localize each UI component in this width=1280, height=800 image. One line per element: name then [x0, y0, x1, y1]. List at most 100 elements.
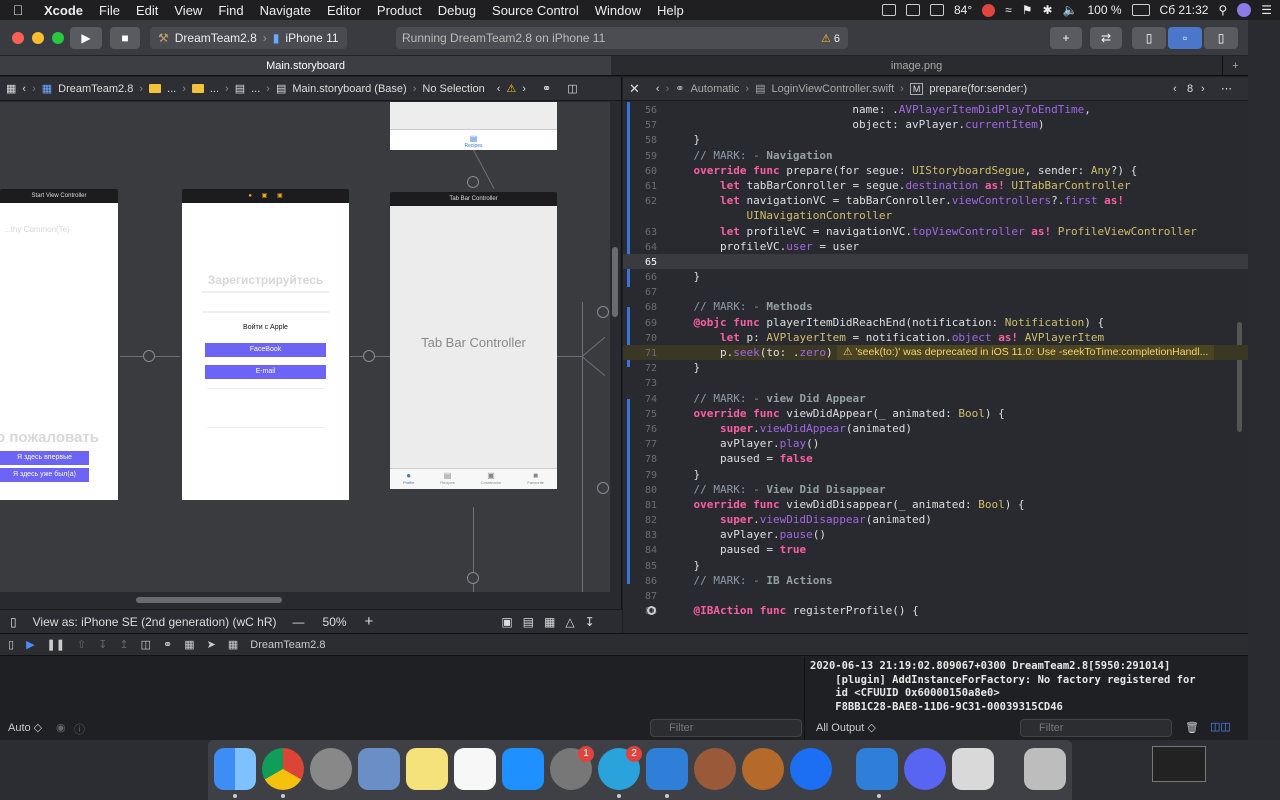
control-center-icon[interactable]: ☰ [1261, 3, 1272, 17]
debug-target[interactable]: DreamTeam2.8 [250, 639, 325, 651]
issue-warning-icon[interactable]: ⚠ [506, 82, 516, 95]
code-line[interactable]: 87 [623, 588, 1248, 603]
line-number[interactable]: 57 [623, 118, 657, 133]
code-text[interactable]: let tabBarConroller = segue.destination … [667, 179, 1131, 192]
notification-icon[interactable] [982, 3, 996, 17]
step-in-icon[interactable]: ↧ [98, 638, 107, 651]
line-number[interactable]: 81 [623, 498, 657, 513]
line-number[interactable]: 86 [623, 574, 657, 589]
code-text[interactable]: override func viewDidDisappear(_ animate… [667, 498, 1025, 511]
line-number[interactable]: 67 [623, 285, 657, 300]
line-number[interactable]: 74 [623, 392, 657, 407]
line-number[interactable]: 80 [623, 483, 657, 498]
tab-image-png[interactable]: image.png [611, 56, 1222, 75]
siri-icon[interactable] [1237, 3, 1252, 17]
search-icon[interactable]: ⚲ [1218, 3, 1227, 17]
code-line[interactable]: 79 } [623, 467, 1248, 482]
line-number[interactable]: 62 [623, 194, 657, 209]
line-number[interactable]: 84 [623, 543, 657, 558]
apple-menu-icon[interactable]:  [0, 2, 36, 18]
minimized-window-thumbnail[interactable] [1152, 746, 1206, 782]
line-number[interactable]: 66 [623, 270, 657, 285]
code-line[interactable]: 67 [623, 284, 1248, 299]
reeder-icon[interactable] [742, 748, 784, 790]
relationship-icon[interactable] [597, 482, 609, 494]
info-icon[interactable]: ⓘ [74, 721, 85, 737]
console-filter[interactable]: Filter [1020, 719, 1172, 737]
discord-icon[interactable] [904, 748, 946, 790]
menu-product[interactable]: Product [369, 3, 430, 18]
code-line[interactable]: 85 } [623, 558, 1248, 573]
launchpad-icon[interactable] [310, 748, 352, 790]
code-line[interactable]: 58 } [623, 132, 1248, 147]
navigator-toggle-button[interactable]: ▯ [1132, 27, 1166, 49]
breadcrumb-method[interactable]: prepare(for:sender:) [929, 83, 1027, 95]
breadcrumb-file[interactable]: Main.storyboard (Base) [292, 83, 406, 95]
menu-debug[interactable]: Debug [430, 3, 484, 18]
line-number[interactable]: 79 [623, 468, 657, 483]
trash-icon[interactable]: 🗑 [1185, 721, 1199, 734]
prev-issue-icon[interactable]: ‹ [497, 83, 501, 95]
scheme-selector[interactable]: ⚒ DreamTeam2.8 › ▮ iPhone 11 [150, 27, 347, 49]
xcode-icon[interactable] [646, 748, 688, 790]
volume-icon[interactable]: 🔈 [1063, 3, 1078, 17]
code-line[interactable]: 77 avPlayer.play() [623, 436, 1248, 451]
code-line[interactable]: 74 // MARK: - view Did Appear [623, 391, 1248, 406]
more-options-icon[interactable]: ⋯ [1221, 82, 1232, 95]
clock[interactable]: Сб 21:32 [1160, 3, 1209, 17]
vertical-scrollbar[interactable] [612, 247, 618, 317]
resolve-issues-icon[interactable]: △ [565, 615, 574, 629]
align-icon[interactable]: ▤ [523, 615, 534, 629]
code-text[interactable]: profileVC.user = user [667, 240, 859, 253]
zoom-out-button[interactable]: — [293, 615, 305, 629]
deprecation-warning[interactable]: ⚠ 'seek(to:)' was deprecated in iOS 11.0… [837, 345, 1215, 360]
next-counterpart-icon[interactable]: › [1201, 83, 1205, 95]
email-button[interactable]: E-mail [205, 365, 326, 379]
menu-source-control[interactable]: Source Control [484, 3, 587, 18]
code-text[interactable]: paused = true [667, 543, 806, 556]
update-frames-icon[interactable]: ▣ [501, 615, 512, 629]
code-line[interactable]: 88 @IBAction func registerProfile() { [623, 603, 1248, 618]
breadcrumb-project[interactable]: DreamTeam2.8 [58, 83, 133, 95]
code-text[interactable]: } [667, 133, 700, 146]
code-review-button[interactable]: ⇄ [1090, 27, 1122, 49]
line-number[interactable]: 82 [623, 513, 657, 528]
code-line[interactable]: 73 [623, 375, 1248, 390]
menu-help[interactable]: Help [649, 3, 692, 18]
warning-count[interactable]: ⚠ 6 [821, 32, 840, 45]
back-arrow-icon[interactable]: ‹ [656, 83, 660, 95]
segue-icon[interactable] [143, 350, 155, 362]
breadcrumb-selection[interactable]: No Selection [422, 83, 484, 95]
code-text[interactable]: } [667, 559, 700, 572]
auto-selector[interactable]: Auto ◇ [8, 721, 42, 734]
menu-navigate[interactable]: Navigate [252, 3, 319, 18]
tab-item-profile[interactable]: ● Profile [403, 469, 414, 489]
breakpoints-toggle-icon[interactable]: ▶ [26, 638, 34, 651]
app-store-icon[interactable] [502, 748, 544, 790]
start-vc-scene[interactable]: ...thy Common(Te) о пожаловать Я здесь в… [0, 203, 118, 500]
line-number[interactable]: 59 [623, 149, 657, 164]
inspector-toggle-button[interactable]: ▯ [1204, 27, 1238, 49]
first-time-button[interactable]: Я здесь впервые [0, 451, 89, 465]
relationship-icon[interactable] [467, 176, 479, 188]
code-text[interactable]: paused = false [667, 452, 813, 465]
notes-icon[interactable] [406, 748, 448, 790]
code-text[interactable]: } [667, 468, 700, 481]
code-line[interactable]: 61 let tabBarConroller = segue.destinati… [623, 178, 1248, 193]
step-over-icon[interactable]: ⇧ [77, 638, 86, 651]
breadcrumb-folder-3[interactable]: ... [251, 83, 260, 95]
line-number[interactable]: 83 [623, 528, 657, 543]
music-icon[interactable] [454, 748, 496, 790]
code-line[interactable]: 60 override func prepare(for segue: UISt… [623, 163, 1248, 178]
split-view-icon[interactable]: ◫◫ [1210, 720, 1231, 733]
code-text[interactable]: // MARK: - view Did Appear [667, 392, 866, 405]
forward-arrow-icon[interactable]: › [32, 83, 36, 95]
code-text[interactable]: UINavigationController [667, 209, 892, 222]
console-output[interactable]: 2020-06-13 21:19:02.809067+0300 DreamTea… [806, 657, 1248, 722]
code-text[interactable]: name: .AVPlayerItemDidPlayToEndTime, [667, 103, 1090, 116]
tab-item-recipes[interactable]: ▤ Recipes [440, 469, 454, 489]
code-text[interactable]: super.viewDidAppear(animated) [667, 422, 912, 435]
line-number[interactable]: 87 [623, 589, 657, 604]
weather-temperature[interactable]: 84° [954, 3, 972, 17]
line-number[interactable]: 65 [623, 255, 657, 270]
